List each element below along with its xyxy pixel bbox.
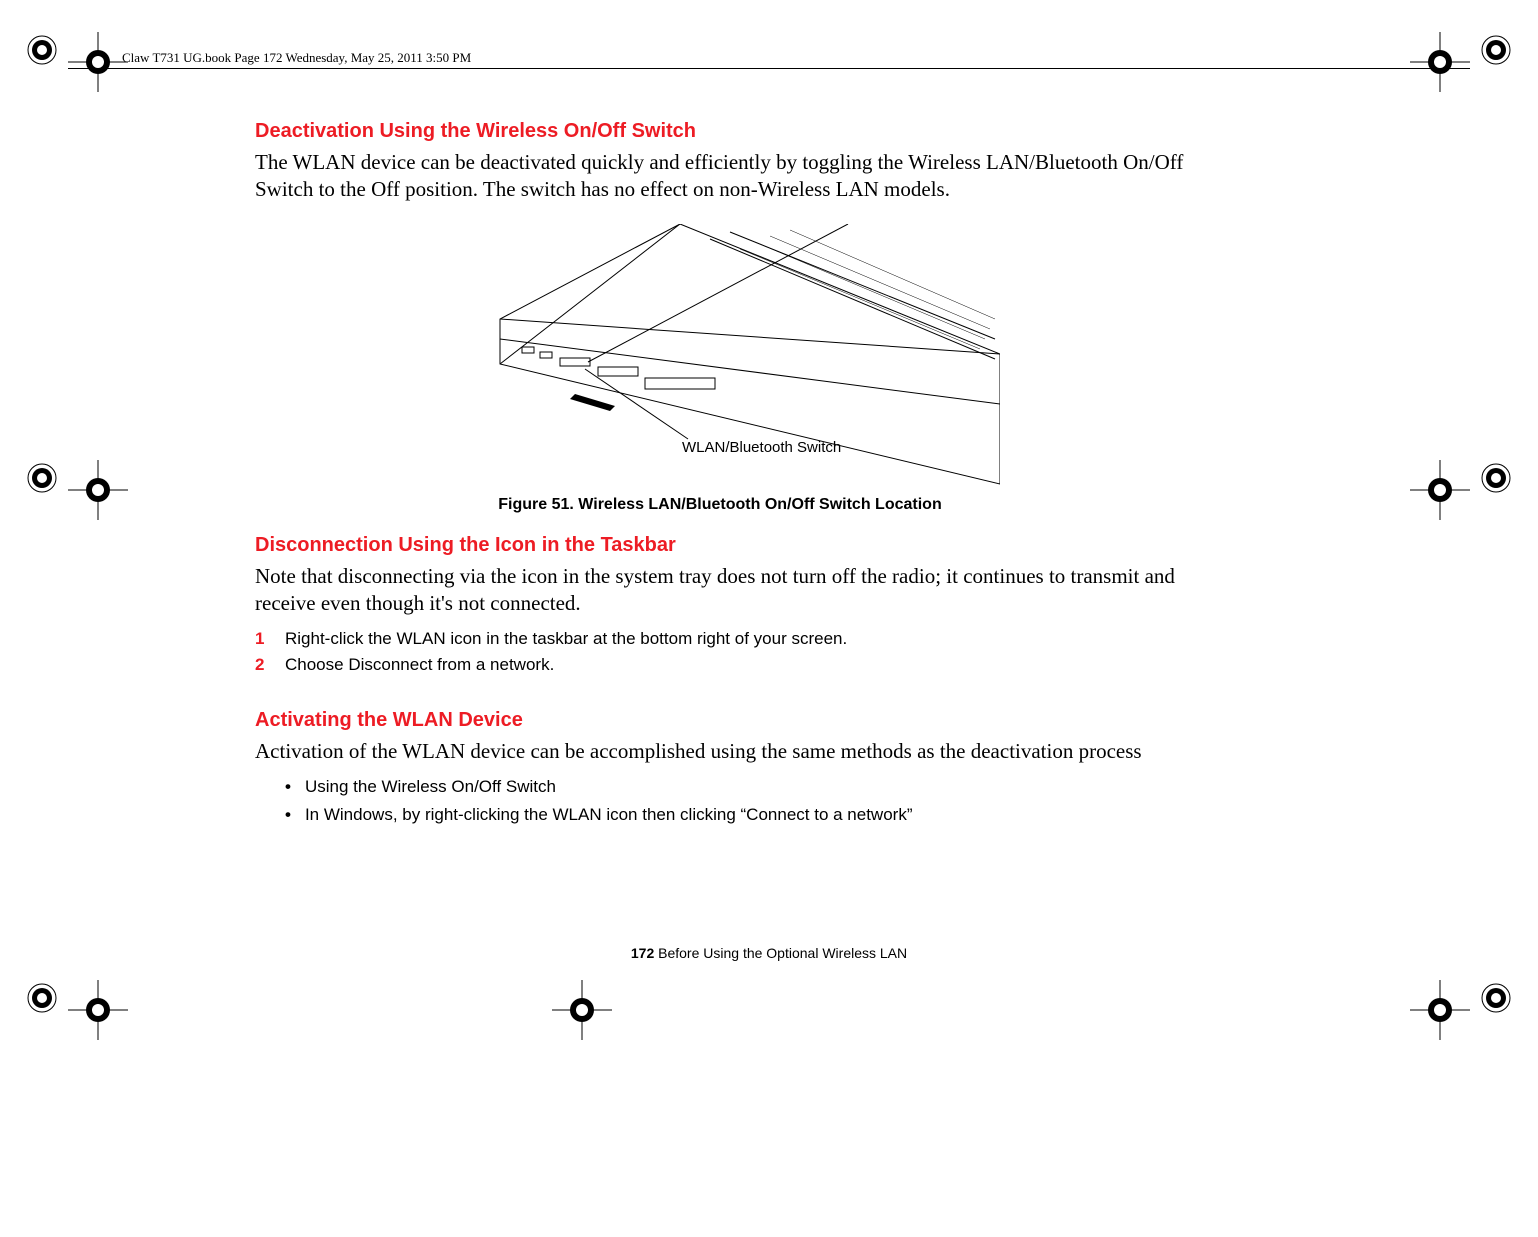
step-item: 2 Choose Disconnect from a network. [255, 655, 1185, 675]
section-heading: Deactivation Using the Wireless On/Off S… [255, 120, 1185, 143]
body-paragraph: Note that disconnecting via the icon in … [255, 563, 1185, 618]
crop-mark-icon [68, 460, 128, 520]
running-head: Claw T731 UG.book Page 172 Wednesday, Ma… [122, 50, 471, 66]
laptop-illustration: WLAN/Bluetooth Switch [440, 224, 1000, 494]
crop-mark-icon [24, 32, 60, 68]
crop-mark-icon [1410, 460, 1470, 520]
step-text: Right-click the WLAN icon in the taskbar… [285, 629, 847, 649]
figure-caption: Figure 51. Wireless LAN/Bluetooth On/Off… [255, 496, 1185, 514]
rule-line [68, 68, 1470, 69]
bullet-text: Using the Wireless On/Off Switch [305, 777, 556, 797]
numbered-steps: 1 Right-click the WLAN icon in the taskb… [255, 629, 1185, 675]
page-content: Deactivation Using the Wireless On/Off S… [255, 120, 1185, 833]
bullet-icon: • [285, 805, 291, 825]
step-item: 1 Right-click the WLAN icon in the taskb… [255, 629, 1185, 649]
switch-callout-label: WLAN/Bluetooth Switch [682, 439, 841, 456]
crop-mark-icon [552, 980, 612, 1040]
crop-mark-icon [1478, 980, 1514, 1016]
section-heading: Activating the WLAN Device [255, 709, 1185, 732]
crop-mark-icon [1478, 32, 1514, 68]
step-number: 2 [255, 655, 269, 675]
crop-mark-icon [68, 32, 128, 92]
section-heading: Disconnection Using the Icon in the Task… [255, 534, 1185, 557]
crop-mark-icon [68, 980, 128, 1040]
crop-mark-icon [1410, 32, 1470, 92]
figure: WLAN/Bluetooth Switch Figure 51. Wireles… [255, 224, 1185, 514]
crop-mark-icon [1410, 980, 1470, 1040]
bullet-item: • Using the Wireless On/Off Switch [285, 777, 1185, 797]
body-paragraph: The WLAN device can be deactivated quick… [255, 149, 1185, 204]
bullet-icon: • [285, 777, 291, 797]
bullet-list: • Using the Wireless On/Off Switch • In … [285, 777, 1185, 825]
crop-mark-icon [1478, 460, 1514, 496]
crop-mark-icon [24, 460, 60, 496]
page-footer: 172 Before Using the Optional Wireless L… [0, 945, 1538, 961]
bullet-item: • In Windows, by right-clicking the WLAN… [285, 805, 1185, 825]
body-paragraph: Activation of the WLAN device can be acc… [255, 738, 1185, 765]
page-number: 172 [631, 945, 654, 961]
footer-section-title: Before Using the Optional Wireless LAN [654, 945, 907, 961]
crop-mark-icon [24, 980, 60, 1016]
step-number: 1 [255, 629, 269, 649]
bullet-text: In Windows, by right-clicking the WLAN i… [305, 805, 913, 825]
step-text: Choose Disconnect from a network. [285, 655, 554, 675]
